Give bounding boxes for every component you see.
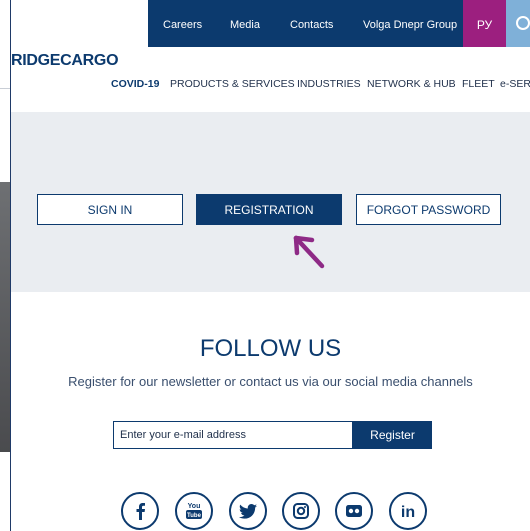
nav-covid-19[interactable]: COVID-19 <box>111 78 159 90</box>
youtube-icon: You Tube <box>186 503 202 519</box>
svg-text:You: You <box>188 503 201 510</box>
sign-in-button[interactable]: SIGN IN <box>37 194 183 225</box>
newsletter-description: Register for our newsletter or contact u… <box>68 374 473 389</box>
svg-text:Tube: Tube <box>187 513 202 519</box>
topnav-media[interactable]: Media <box>230 0 260 47</box>
twitter-icon <box>239 503 257 519</box>
facebook-link[interactable] <box>121 492 159 530</box>
nav-e-services[interactable]: e-SER <box>500 78 530 90</box>
facebook-icon <box>136 503 145 520</box>
twitter-link[interactable] <box>229 492 267 530</box>
nav-network-hub[interactable]: NETWORK & HUB <box>367 78 456 90</box>
topnav-volga-dnepr-group[interactable]: Volga Dnepr Group <box>363 0 457 47</box>
topnav-contacts[interactable]: Contacts <box>290 0 333 47</box>
youtube-link[interactable]: You Tube <box>175 492 213 530</box>
flickr-icon <box>346 505 362 517</box>
topnav-careers[interactable]: Careers <box>163 0 202 47</box>
follow-us-heading: FOLLOW US <box>199 335 342 362</box>
instagram-link[interactable] <box>282 492 320 530</box>
nav-industries[interactable]: INDUSTRIES <box>297 78 361 90</box>
nav-fleet[interactable]: FLEET <box>462 78 495 90</box>
left-background-strip <box>0 0 10 531</box>
company-logo[interactable]: RIDGECARGO <box>11 52 119 70</box>
annotation-arrow-icon <box>293 235 325 269</box>
linkedin-link[interactable]: in <box>389 492 427 530</box>
search-button[interactable] <box>506 0 530 47</box>
search-icon <box>516 16 530 30</box>
forgot-password-button[interactable]: FORGOT PASSWORD <box>356 194 501 225</box>
flickr-link[interactable] <box>335 492 373 530</box>
svg-text:in: in <box>401 504 415 519</box>
registration-button[interactable]: REGISTRATION <box>196 194 342 225</box>
left-divider-line <box>0 88 10 89</box>
newsletter-register-button[interactable]: Register <box>353 421 432 449</box>
email-input[interactable] <box>113 421 353 449</box>
instagram-icon <box>293 503 309 519</box>
left-background-image <box>0 182 10 452</box>
nav-products-services[interactable]: PRODUCTS & SERVICES <box>170 78 295 90</box>
linkedin-icon: in <box>401 504 415 519</box>
language-switch-button[interactable]: РУ <box>463 0 506 47</box>
